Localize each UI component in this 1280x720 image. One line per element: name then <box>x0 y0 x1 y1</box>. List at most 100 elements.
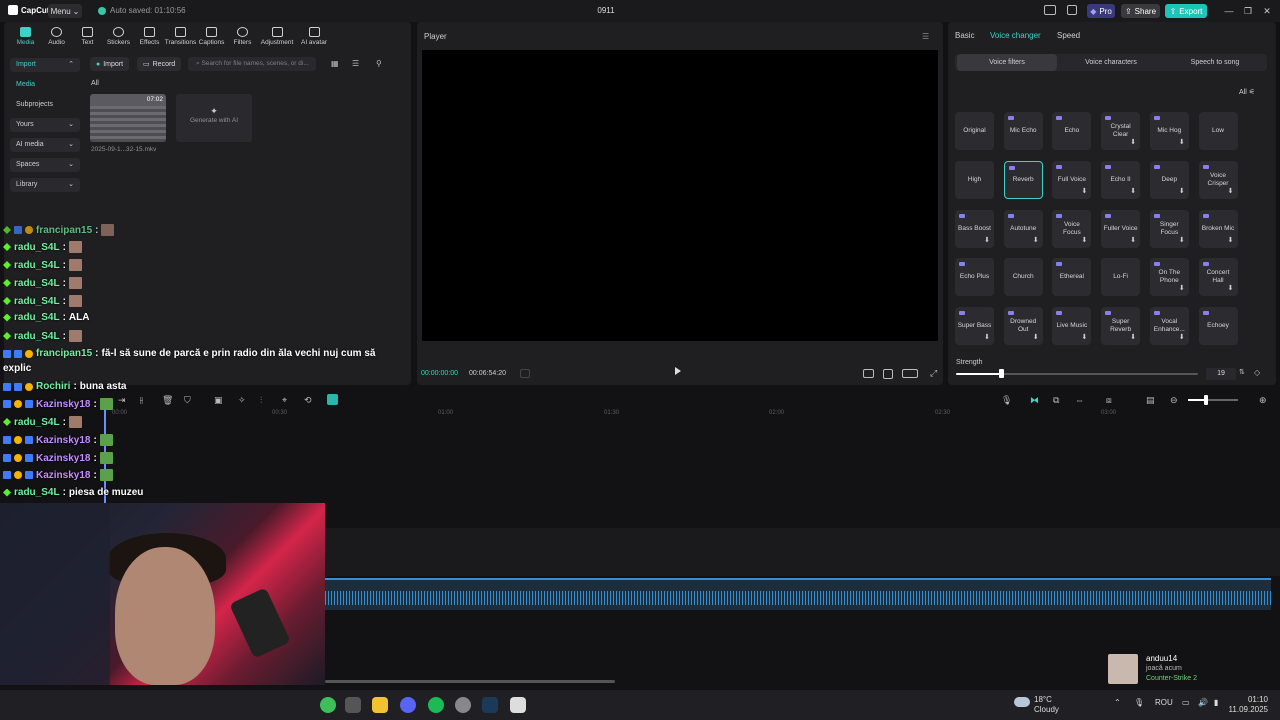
play-icon[interactable] <box>675 367 681 375</box>
tool-text[interactable]: Text <box>72 27 103 49</box>
network-icon[interactable]: ▭ <box>1182 698 1190 707</box>
preview-axis-icon[interactable]: ⇔ <box>1075 395 1084 405</box>
voice-filter-crystal-clear[interactable]: Crystal Clear ⬇ <box>1101 112 1141 150</box>
download-icon[interactable]: ⬇ <box>1179 334 1185 342</box>
voice-filter-mic-echo[interactable]: Mic Echo <box>1003 112 1043 150</box>
voice-filter-original[interactable]: Original <box>955 112 994 150</box>
microphone-icon[interactable]: 🎙 <box>1134 698 1144 707</box>
tab-speed[interactable]: Speed <box>1057 31 1080 40</box>
zoom-fit-icon[interactable]: ⊕ <box>1259 395 1267 406</box>
voice-filter-echoey[interactable]: Echoey <box>1198 307 1238 346</box>
shortcuts-icon[interactable] <box>1067 5 1077 15</box>
voice-filter-super-reverb[interactable]: Super Reverb ⬇ <box>1101 307 1141 346</box>
tool-adjustment[interactable]: Adjustment <box>258 27 296 49</box>
sidebar-item-ai-media[interactable]: AI media ⌄ <box>10 138 80 152</box>
keyframe-icon[interactable]: ◇ <box>1254 368 1260 377</box>
tool-filters[interactable]: Filters <box>227 27 258 49</box>
filter-icon[interactable]: ⚲ <box>376 59 382 68</box>
pro-button[interactable]: ◆ Pro <box>1087 4 1115 18</box>
crop-icon[interactable] <box>883 369 893 379</box>
zoom-out-icon[interactable]: ⊖ <box>1170 395 1178 406</box>
chevron-up-icon[interactable]: ⌃ <box>1114 698 1121 707</box>
record-button[interactable]: ▭ Record <box>137 57 182 71</box>
download-icon[interactable]: ⬇ <box>1082 334 1088 342</box>
voice-filter-autotune[interactable]: Autotune ⬇ <box>1003 209 1043 248</box>
strength-value-input[interactable]: 19 <box>1206 368 1236 380</box>
voice-filter-bass-boost[interactable]: Bass Boost ⬇ <box>955 209 994 248</box>
download-icon[interactable]: ⬇ <box>1082 188 1088 196</box>
tool-ai-avatar[interactable]: AI avatar <box>296 27 332 49</box>
app-icon-unity[interactable] <box>345 697 361 713</box>
download-icon[interactable]: ⬇ <box>1228 285 1234 293</box>
voice-filter-reverb[interactable]: Reverb <box>1003 160 1043 199</box>
download-icon[interactable]: ⬇ <box>1033 237 1039 245</box>
voice-filter-mic-hog[interactable]: Mic Hog ⬇ <box>1149 112 1189 150</box>
tool-media[interactable]: Media <box>10 27 41 49</box>
download-icon[interactable]: ⬇ <box>984 334 990 342</box>
media-filter-all[interactable]: All <box>91 80 99 87</box>
voice-filter-singer-focus[interactable]: Singer Focus ⬇ <box>1149 209 1189 248</box>
tool-stickers[interactable]: Stickers <box>103 27 134 49</box>
fullscreen-icon[interactable]: ⤢ <box>930 368 937 379</box>
voice-filter-live-music[interactable]: Live Music ⬇ <box>1052 307 1092 346</box>
tab-basic[interactable]: Basic <box>955 31 975 40</box>
link-icon[interactable]: ⧉ <box>1053 395 1059 406</box>
sidebar-item-yours[interactable]: Yours ⌄ <box>10 118 80 132</box>
microphone-icon[interactable]: 🎙 <box>1001 395 1012 406</box>
voice-filter-echo-ii[interactable]: Echo II ⬇ <box>1101 160 1141 199</box>
file-explorer-icon[interactable] <box>372 697 388 713</box>
chapter-icon[interactable]: ⧈ <box>1106 395 1112 406</box>
voice-filter-lo-fi[interactable]: Lo-Fi <box>1101 258 1141 297</box>
download-icon[interactable]: ⬇ <box>1130 188 1136 196</box>
download-icon[interactable]: ⬇ <box>1082 237 1088 245</box>
download-icon[interactable]: ⬇ <box>1179 139 1185 147</box>
sidebar-item-library[interactable]: Library ⌄ <box>10 178 80 192</box>
voice-filter-voice-crisper[interactable]: Voice Crisper ⬇ <box>1198 160 1238 199</box>
subtab-voice-characters[interactable]: Voice characters <box>1061 54 1161 71</box>
voice-filter-voice-focus[interactable]: Voice Focus ⬇ <box>1052 209 1092 248</box>
download-icon[interactable]: ⬇ <box>1228 237 1234 245</box>
voice-filter-on-the-phone[interactable]: On The Phone ⬇ <box>1149 258 1189 297</box>
voice-filter-concert-hall[interactable]: Concert Hall ⬇ <box>1198 258 1238 297</box>
download-icon[interactable]: ⬇ <box>984 237 990 245</box>
battery-icon[interactable]: ▮ <box>1214 698 1218 707</box>
voice-filter-high[interactable]: High <box>955 160 994 199</box>
zoom-slider[interactable] <box>1188 399 1238 401</box>
voice-filter-ethereal[interactable]: Ethereal <box>1052 258 1092 297</box>
game-notification[interactable]: anduu14 joacă acum Counter-Strike 2 <box>1106 652 1276 686</box>
restore-icon[interactable]: ❐ <box>1241 4 1255 18</box>
subtitles-icon[interactable] <box>863 369 874 378</box>
media-clip-thumbnail[interactable]: 07:02 <box>90 94 166 142</box>
aspect-ratio-icon[interactable] <box>902 369 918 378</box>
voice-filter-broken-mic[interactable]: Broken Mic ⬇ <box>1198 209 1238 248</box>
spotify-icon[interactable] <box>428 697 444 713</box>
obs-icon[interactable] <box>455 697 471 713</box>
download-icon[interactable]: ⬇ <box>1228 188 1234 196</box>
player-menu-icon[interactable]: ☰ <box>922 32 929 41</box>
zoom-slider-handle[interactable] <box>1204 395 1208 405</box>
timeline-scrollbar[interactable] <box>325 680 615 683</box>
download-icon[interactable]: ⬇ <box>1130 237 1136 245</box>
timeline-mode-icon[interactable] <box>520 369 530 378</box>
audio-clip-waveform[interactable] <box>325 578 1271 610</box>
minimize-icon[interactable]: — <box>1222 4 1236 18</box>
tool-transitions[interactable]: Transitions <box>165 27 196 49</box>
voice-filter-echo[interactable]: Echo <box>1052 112 1092 150</box>
sidebar-item-import[interactable]: Import ⌃ <box>10 58 80 72</box>
voice-filter-echo-plus[interactable]: Echo Plus <box>955 258 994 297</box>
capcut-taskbar-icon[interactable] <box>510 697 526 713</box>
caption-track-icon[interactable]: ▤ <box>1146 395 1155 406</box>
all-filter-dropdown[interactable]: All ⚟ <box>1239 88 1255 96</box>
voice-filter-super-bass[interactable]: Super Bass ⬇ <box>955 307 994 346</box>
sidebar-item-spaces[interactable]: Spaces ⌄ <box>10 158 80 172</box>
media-search-input[interactable]: ⌕ Search for file names, scenes, or di..… <box>188 57 316 71</box>
subtab-speech-to-song[interactable]: Speech to song <box>1165 54 1265 71</box>
download-icon[interactable]: ⬇ <box>1179 188 1185 196</box>
voice-filter-full-voice[interactable]: Full Voice ⬇ <box>1052 160 1092 199</box>
voice-filter-fuller-voice[interactable]: Fuller Voice ⬇ <box>1101 209 1141 248</box>
app-icon-green[interactable] <box>320 697 336 713</box>
magnet-icon[interactable]: ⧓ <box>1030 395 1039 406</box>
voice-filter-church[interactable]: Church <box>1003 258 1043 297</box>
share-button[interactable]: ⇪ Share <box>1121 4 1160 18</box>
sort-icon[interactable]: ☰ <box>352 59 359 68</box>
